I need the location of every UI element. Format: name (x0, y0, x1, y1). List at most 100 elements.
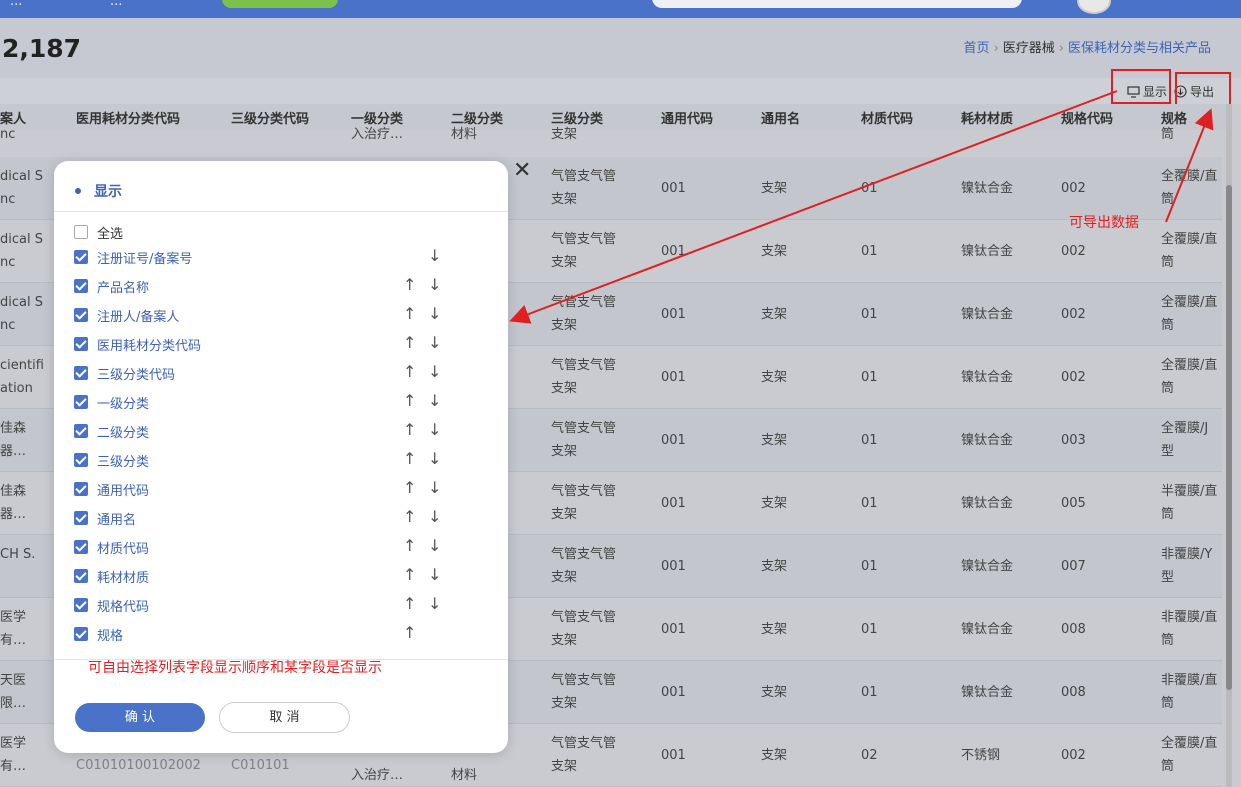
checkbox-checked-icon[interactable] (74, 598, 88, 612)
table-cell: 气管支气管 支架 (551, 417, 619, 463)
column-header[interactable]: 材质代码 (861, 108, 913, 127)
table-cell: 入治疗… (351, 127, 404, 142)
move-up-icon[interactable]: ↑ (403, 420, 416, 439)
move-down-icon[interactable]: ↓ (428, 536, 441, 555)
column-option[interactable]: 三级分类代码 (74, 363, 175, 383)
move-down-icon[interactable]: ↓ (428, 420, 441, 439)
table-cell: 材料 (451, 127, 478, 142)
column-option[interactable]: 注册人/备案人 (74, 305, 179, 325)
column-header[interactable]: 三级分类代码 (231, 108, 309, 127)
cell-line: 气管支气管 (551, 295, 617, 310)
table-cell: 非覆膜/直筒 (1161, 606, 1223, 652)
table-cell: 支架 (761, 748, 788, 763)
move-up-icon[interactable]: ↑ (403, 594, 416, 613)
move-up-icon[interactable]: ↑ (403, 536, 416, 555)
select-all-checkbox[interactable]: 全选 (74, 222, 123, 242)
move-up-icon[interactable]: ↑ (403, 362, 416, 381)
move-up-icon[interactable]: ↑ (403, 304, 416, 323)
column-option[interactable]: 规格 (74, 624, 123, 644)
nav-item[interactable]: ... (10, 0, 22, 9)
breadcrumb-devices[interactable]: 医疗器械 (1003, 41, 1055, 56)
table-cell: 01 (861, 433, 878, 448)
column-option[interactable]: 耗材材质 (74, 566, 149, 586)
move-down-icon[interactable]: ↓ (428, 565, 441, 584)
column-option[interactable]: 一级分类 (74, 392, 149, 412)
move-down-icon[interactable]: ↓ (428, 449, 441, 468)
nav-item[interactable]: ... (110, 0, 122, 9)
checkbox-checked-icon[interactable] (74, 627, 88, 641)
column-header[interactable]: 规格代码 (1061, 108, 1113, 127)
avatar[interactable] (1077, 0, 1111, 14)
column-header[interactable]: 二级分类 (451, 108, 503, 127)
checkbox-checked-icon[interactable] (74, 308, 88, 322)
move-down-icon[interactable]: ↓ (428, 507, 441, 526)
move-up-icon[interactable]: ↑ (403, 565, 416, 584)
table-cell: 镍钛合金 (961, 622, 1014, 637)
table-cell: 001 (661, 559, 686, 574)
move-up-icon[interactable]: ↑ (403, 333, 416, 352)
column-header[interactable]: 规格 (1161, 108, 1187, 127)
column-option[interactable]: 三级分类 (74, 450, 149, 470)
table-cell: 支架 (761, 559, 788, 574)
checkbox-checked-icon[interactable] (74, 569, 88, 583)
column-header[interactable]: 通用代码 (661, 108, 713, 127)
column-option[interactable]: 二级分类 (74, 421, 149, 441)
column-option[interactable]: 注册证号/备案号 (74, 247, 192, 267)
breadcrumb-current[interactable]: 医保耗材分类与相关产品 (1068, 41, 1211, 56)
cell-line: 支架 (551, 759, 578, 774)
table-cell: 气管支气管 支架 (551, 165, 619, 211)
move-up-icon[interactable]: ↑ (403, 623, 416, 642)
column-header[interactable]: 耗材材质 (961, 108, 1013, 127)
move-up-icon[interactable]: ↑ (403, 507, 416, 526)
column-header[interactable]: 案人 (0, 108, 26, 127)
cancel-button[interactable]: 取 消 (219, 702, 350, 733)
nav-pill-button[interactable] (222, 0, 338, 8)
cell-line: 全覆膜/直 (1161, 232, 1218, 247)
checkbox-checked-icon[interactable] (74, 337, 88, 351)
column-header[interactable]: 医用耗材分类代码 (76, 108, 180, 127)
column-header[interactable]: 三级分类 (551, 108, 603, 127)
checkbox-checked-icon[interactable] (74, 366, 88, 380)
move-up-icon[interactable]: ↑ (403, 391, 416, 410)
column-header[interactable]: 一级分类 (351, 108, 403, 127)
checkbox-checked-icon[interactable] (74, 482, 88, 496)
move-down-icon[interactable]: ↓ (428, 333, 441, 352)
checkbox-checked-icon[interactable] (74, 511, 88, 525)
move-down-icon[interactable]: ↓ (428, 304, 441, 323)
column-option[interactable]: 医用耗材分类代码 (74, 334, 201, 354)
column-header[interactable]: 通用名 (761, 108, 800, 127)
search-input[interactable] (652, 0, 1022, 8)
close-icon[interactable]: ✕ (513, 158, 531, 183)
checkbox-checked-icon[interactable] (74, 395, 88, 409)
breadcrumb-home[interactable]: 首页 (964, 41, 990, 56)
checkbox-checked-icon[interactable] (74, 540, 88, 554)
column-option[interactable]: 规格代码 (74, 595, 149, 615)
table-cell: 镍钛合金 (961, 685, 1014, 700)
checkbox-checked-icon[interactable] (74, 250, 88, 264)
column-option[interactable]: 材质代码 (74, 537, 149, 557)
move-up-icon[interactable]: ↑ (403, 478, 416, 497)
table-cell: 镍钛合金 (961, 496, 1014, 511)
checkbox-checked-icon[interactable] (74, 424, 88, 438)
move-down-icon[interactable]: ↓ (428, 362, 441, 381)
column-option[interactable]: 产品名称 (74, 276, 149, 296)
move-down-icon[interactable]: ↓ (428, 246, 441, 265)
column-option[interactable]: 通用名 (74, 508, 136, 528)
move-up-icon[interactable]: ↑ (403, 449, 416, 468)
checkbox-checked-icon[interactable] (74, 279, 88, 293)
checkbox-icon[interactable] (74, 225, 88, 239)
move-down-icon[interactable]: ↓ (428, 391, 441, 410)
move-down-icon[interactable]: ↓ (428, 275, 441, 294)
confirm-button[interactable]: 确 认 (75, 703, 205, 732)
checkbox-checked-icon[interactable] (74, 453, 88, 467)
move-down-icon[interactable]: ↓ (428, 478, 441, 497)
move-down-icon[interactable]: ↓ (428, 594, 441, 613)
cell-line: 气管支气管 (551, 736, 617, 751)
move-up-icon[interactable]: ↑ (403, 275, 416, 294)
table-cell: 008 (1061, 622, 1086, 637)
display-highlight-box (1111, 69, 1171, 104)
scrollbar-thumb[interactable] (1226, 185, 1232, 690)
column-option[interactable]: 通用代码 (74, 479, 149, 499)
table-cell: 镍钛合金 (961, 559, 1014, 574)
table-cell: 气管支气管 支架 (551, 669, 619, 715)
